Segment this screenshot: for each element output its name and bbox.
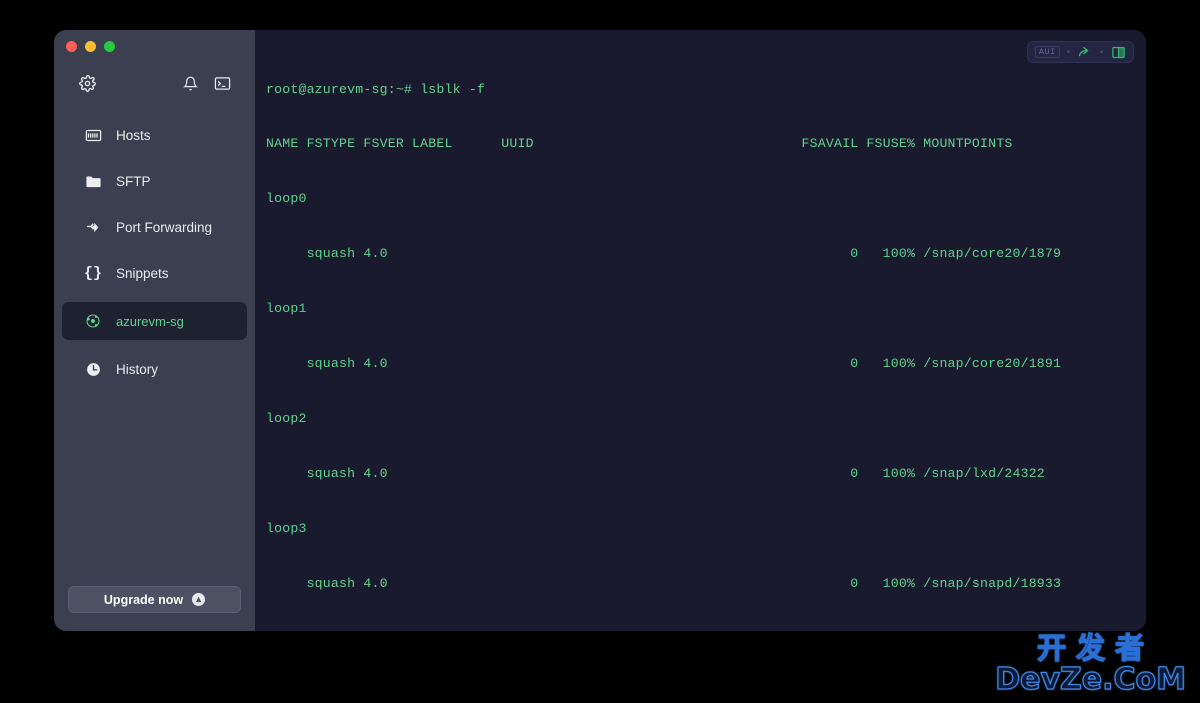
terminal-line: loop2	[266, 410, 307, 426]
watermark: 开发者 DevZe.CoM	[995, 631, 1187, 697]
maximize-button[interactable]	[104, 40, 115, 52]
ai-badge[interactable]: AUI	[1034, 45, 1060, 59]
sidebar-item-azurevm-sg[interactable]: azurevm-sg	[62, 302, 247, 340]
arrow-share-icon[interactable]	[1077, 44, 1093, 60]
terminal-line: loop0	[266, 191, 307, 207]
terminal-line: loop3	[266, 520, 307, 536]
hosts-icon	[84, 126, 102, 144]
terminal-line: squash 4.0 0 100% /snap/lxd/24322	[266, 465, 1045, 481]
terminal-output: root@azurevm-sg:~# lsblk -f NAME FSTYPE …	[255, 30, 1146, 631]
arrow-up-circle-icon: ▲	[192, 593, 206, 606]
sidebar: Hosts SFTP Port Forwarding {} Snippets a…	[54, 30, 255, 631]
sidebar-item-label: Hosts	[116, 127, 151, 143]
sidebar-item-label: SFTP	[116, 173, 151, 189]
port-forwarding-icon	[84, 218, 102, 236]
sidebar-item-port-forwarding[interactable]: Port Forwarding	[62, 208, 247, 246]
clock-icon	[84, 360, 102, 378]
control-separator: •	[1066, 47, 1070, 57]
window-titlebar	[54, 30, 255, 62]
sidebar-item-label: History	[116, 361, 159, 377]
control-separator: •	[1099, 47, 1103, 57]
sidebar-item-sftp[interactable]: SFTP	[62, 162, 247, 200]
app-window: Hosts SFTP Port Forwarding {} Snippets a…	[54, 30, 1146, 631]
terminal-icon[interactable]	[211, 72, 233, 94]
terminal-line: root@azurevm-sg:~# lsblk -f	[266, 81, 486, 97]
sidebar-item-label: azurevm-sg	[116, 313, 184, 329]
sidebar-item-label: Port Forwarding	[116, 219, 213, 235]
terminal-line: squash 4.0 0 100% /snap/snapd/18933	[266, 575, 1062, 591]
upgrade-label: Upgrade now	[103, 592, 184, 607]
terminal-line: loop4	[266, 630, 1132, 632]
folder-icon	[84, 172, 102, 190]
sidebar-nav: Hosts SFTP Port Forwarding {} Snippets a…	[54, 112, 255, 392]
minimize-button[interactable]	[85, 40, 96, 52]
watermark-chinese: 开发者	[1036, 631, 1155, 665]
split-pane-icon[interactable]	[1110, 44, 1126, 60]
sidebar-footer: Upgrade now ▲	[54, 586, 255, 631]
terminal-controls: AUI • •	[1026, 41, 1134, 63]
terminal-line: loop1	[266, 301, 307, 317]
ubuntu-icon	[84, 312, 102, 330]
terminal-line: squash 4.0 0 100% /snap/core20/1891	[266, 356, 1062, 372]
sidebar-toolbar	[54, 62, 255, 104]
close-button[interactable]	[66, 40, 77, 52]
upgrade-now-button[interactable]: Upgrade now ▲	[68, 586, 241, 613]
sidebar-item-history[interactable]: History	[62, 350, 247, 388]
sidebar-item-label: Snippets	[116, 265, 169, 281]
bell-icon[interactable]	[179, 72, 201, 94]
sidebar-item-hosts[interactable]: Hosts	[62, 116, 247, 154]
terminal-line: NAME FSTYPE FSVER LABEL UUID FSAVAIL FSU…	[266, 136, 1013, 152]
terminal-pane[interactable]: AUI • • root@azurevm-sg:~# lsblk -f NAME…	[255, 30, 1146, 631]
terminal-line: squash 4.0 0 100% /snap/core20/1879	[266, 246, 1062, 262]
screenshot-root: Hosts SFTP Port Forwarding {} Snippets a…	[0, 0, 1200, 703]
gear-icon[interactable]	[76, 72, 98, 94]
braces-icon: {}	[84, 264, 103, 282]
sidebar-item-snippets[interactable]: {} Snippets	[62, 254, 247, 292]
watermark-latin: DevZe.CoM	[995, 662, 1187, 697]
